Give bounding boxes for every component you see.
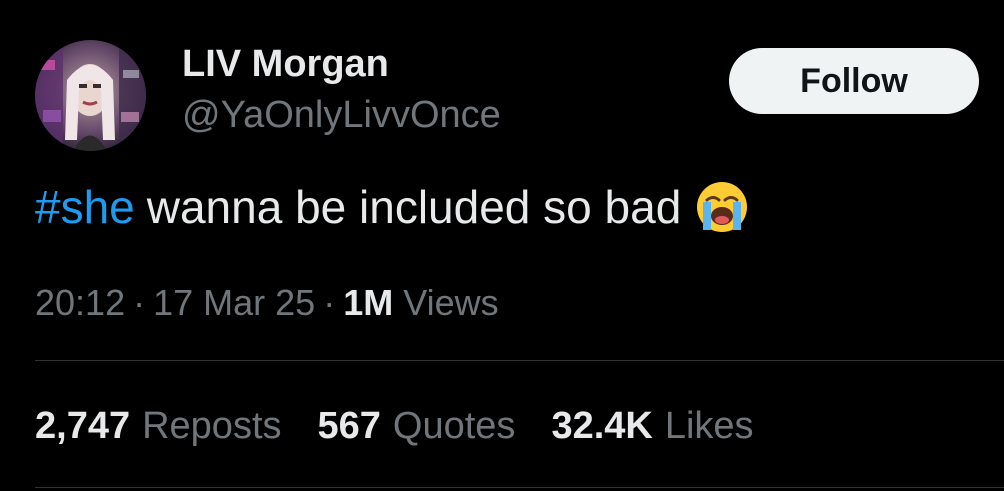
divider — [35, 360, 1004, 361]
tweet-meta: 20:12 · 17 Mar 25 · 1M Views — [35, 280, 499, 326]
reposts-stat[interactable]: 2,747 Reposts — [35, 402, 282, 450]
stat-count: 2,747 — [35, 405, 131, 447]
follow-button[interactable]: Follow — [729, 48, 979, 114]
user-handle[interactable]: @YaOnlyLivvOnce — [182, 92, 501, 138]
views-label: Views — [403, 282, 499, 323]
hashtag-link[interactable]: #she — [35, 178, 135, 236]
stat-label: Reposts — [142, 405, 282, 447]
quotes-stat[interactable]: 567 Quotes — [318, 402, 516, 450]
tweet-text: #she wanna be included so bad — [35, 178, 749, 236]
engagement-stats: 2,747 Reposts 567 Quotes 32.4K Likes — [35, 402, 790, 450]
stat-count: 567 — [317, 405, 381, 447]
divider — [35, 487, 1004, 488]
separator-dot: · — [323, 282, 336, 323]
tweet-date[interactable]: 17 Mar 25 — [153, 282, 315, 323]
display-name[interactable]: LIV Morgan — [182, 41, 389, 87]
stat-count: 32.4K — [551, 405, 653, 447]
avatar-image — [35, 40, 146, 151]
tweet-body: wanna be included so bad — [146, 181, 682, 233]
likes-stat[interactable]: 32.4K Likes — [551, 402, 753, 450]
loudly-crying-face-icon — [695, 180, 749, 234]
views-count[interactable]: 1M — [343, 282, 393, 323]
avatar[interactable] — [35, 40, 146, 151]
separator-dot: · — [133, 282, 146, 323]
tweet-time[interactable]: 20:12 — [35, 282, 125, 323]
stat-label: Likes — [664, 405, 754, 447]
stat-label: Quotes — [392, 405, 516, 447]
